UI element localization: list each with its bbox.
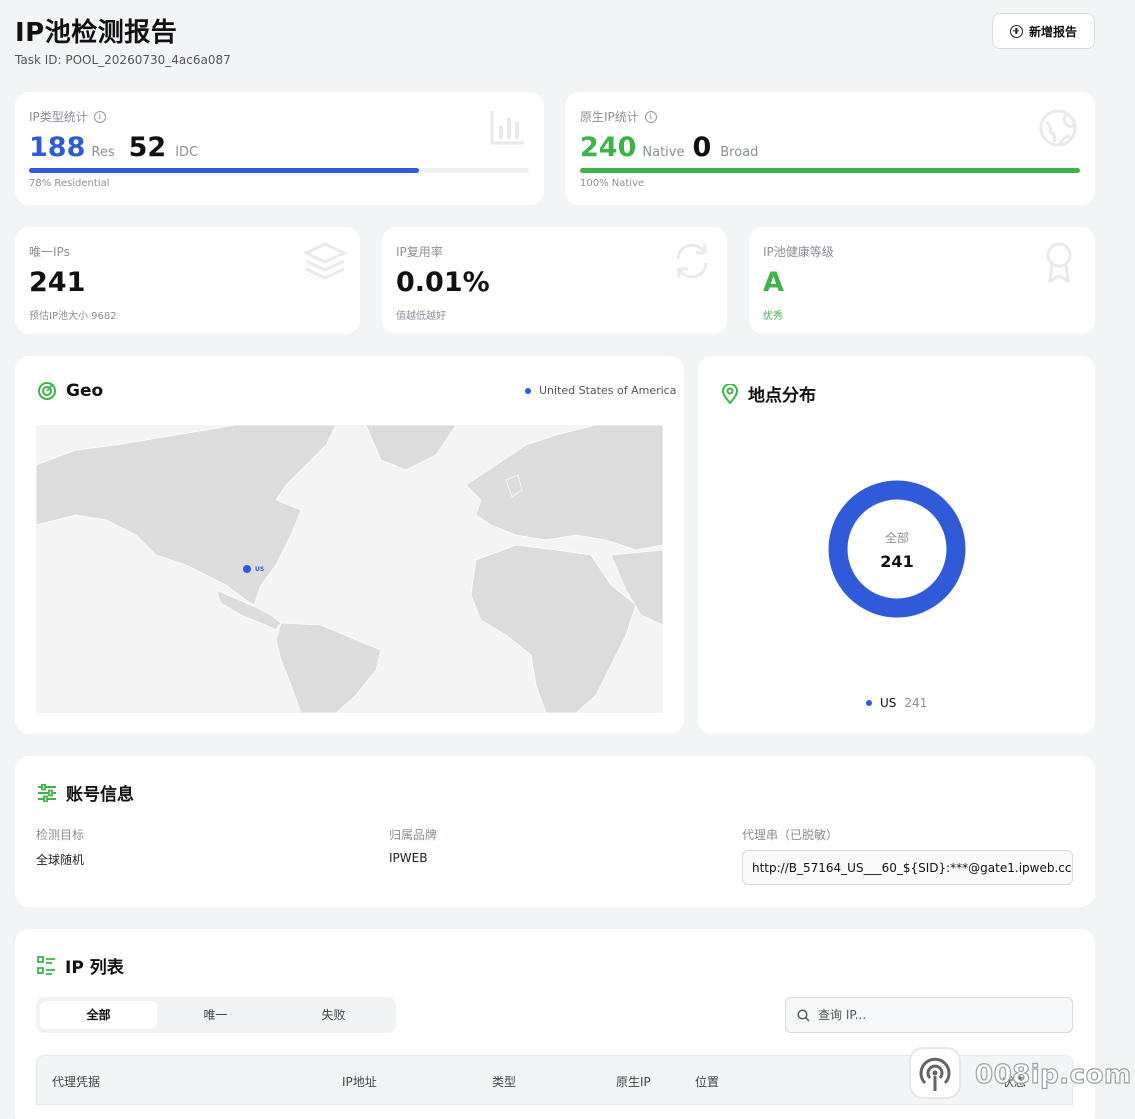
proxy-label: 代理串（已脱敏）	[742, 828, 839, 842]
native-ip-label: 原生IP统计	[580, 110, 639, 124]
location-title: 地点分布	[748, 386, 816, 406]
health-grade: A	[763, 267, 784, 298]
task-id: Task ID: POOL_20260730_4ac6a087	[15, 53, 231, 67]
search-icon	[797, 1008, 810, 1021]
geo-legend[interactable]: United States of America	[525, 384, 676, 397]
broad-count: 0	[692, 132, 712, 163]
proxy-string-field[interactable]: http://B_57164_US___60_${SID}:***@gate1.…	[742, 850, 1073, 885]
us-marker	[243, 565, 251, 573]
ip-type-card: IP类型统计 i 188 Res 52 IDC 78% Residential	[15, 92, 544, 205]
ip-list-title: IP 列表	[65, 958, 124, 978]
location-header: 地点分布	[721, 381, 816, 406]
refresh-icon	[676, 243, 708, 279]
ip-list-header: IP 列表	[37, 953, 124, 978]
plus-circle-icon	[1009, 24, 1023, 38]
ip-search-input[interactable]	[818, 1008, 1058, 1022]
globe-icon	[1039, 109, 1077, 147]
donut-center-value: 241	[880, 552, 914, 571]
col-type[interactable]: 类型	[492, 1073, 516, 1090]
info-icon[interactable]: i	[93, 110, 106, 123]
tab-failed[interactable]: 失败	[275, 1001, 392, 1029]
legend-dot	[866, 700, 872, 706]
res-count: 188	[29, 132, 86, 163]
signal-icon	[919, 1057, 951, 1091]
ip-search-box[interactable]	[785, 997, 1073, 1033]
native-ip-values: 240 Native 0 Broad	[580, 132, 758, 163]
info-icon[interactable]: i	[644, 110, 657, 123]
unique-ips-card: 唯一IPs 241 预估IP池大小 9682	[15, 227, 360, 334]
geo-legend-label: United States of America	[539, 384, 677, 397]
us-marker-label: US	[255, 566, 264, 573]
native-progress-fill	[580, 168, 1080, 173]
target-label: 检测目标	[36, 828, 85, 842]
legend-value: 241	[904, 696, 928, 710]
donut-segment-us[interactable]	[828, 480, 966, 618]
health-card: IP池健康等级 A 优秀	[749, 227, 1095, 334]
brand-value: IPWEB	[389, 851, 428, 865]
account-header: 账号信息	[37, 780, 134, 805]
geo-header: Geo	[37, 381, 103, 401]
legend-country: US	[880, 696, 897, 710]
watermark-logo	[909, 1047, 961, 1099]
target-value: 全球随机	[36, 853, 85, 867]
new-report-label: 新增报告	[1028, 24, 1077, 39]
native-count: 240	[580, 132, 637, 163]
legend-dot	[525, 387, 531, 394]
world-map[interactable]: US	[36, 425, 663, 713]
col-ip-address[interactable]: IP地址	[342, 1073, 377, 1090]
native-caption: 100% Native	[580, 178, 645, 189]
residential-progress-fill	[29, 168, 419, 173]
radar-icon	[38, 382, 56, 400]
broad-unit: Broad	[720, 145, 759, 160]
health-caption: 优秀	[763, 311, 783, 322]
sliders-icon	[38, 783, 56, 802]
ip-type-label-row: IP类型统计 i	[29, 108, 106, 125]
native-progress-bar	[580, 168, 1080, 173]
geo-card: Geo United States of America US	[15, 356, 684, 734]
page-title: IP池检测报告	[15, 18, 178, 48]
unique-ips-label: 唯一IPs	[29, 245, 70, 259]
location-donut[interactable]	[827, 480, 967, 620]
native-ip-label-row: 原生IP统计 i	[580, 108, 657, 125]
map-pin-icon	[721, 383, 739, 404]
reuse-rate-card: IP复用率 0.01% 值越低越好	[382, 227, 727, 334]
col-native-ip[interactable]: 原生IP	[616, 1073, 651, 1090]
account-title: 账号信息	[66, 785, 134, 805]
unique-ips-value: 241	[29, 267, 86, 298]
native-unit: Native	[642, 145, 685, 160]
res-unit: Res	[91, 145, 115, 160]
idc-unit: IDC	[175, 145, 199, 160]
pool-size-caption: 预估IP池大小 9682	[29, 311, 117, 322]
watermark-text: 008ip.com	[974, 1059, 1132, 1090]
new-report-button[interactable]: 新增报告	[992, 13, 1095, 49]
residential-caption: 78% Residential	[29, 178, 110, 189]
residential-progress-bar	[29, 168, 529, 173]
bar-chart-icon	[490, 111, 524, 145]
tab-all[interactable]: 全部	[40, 1001, 157, 1029]
col-credential[interactable]: 代理凭据	[52, 1073, 100, 1090]
idc-count: 52	[128, 132, 167, 163]
list-icon	[37, 956, 55, 975]
location-legend[interactable]: US 241	[866, 696, 927, 710]
brand-label: 归属品牌	[389, 828, 438, 842]
award-icon	[1046, 242, 1072, 283]
native-ip-card: 原生IP统计 i 240 Native 0 Broad 100% Native	[565, 92, 1095, 205]
health-label: IP池健康等级	[763, 245, 834, 259]
reuse-rate-value: 0.01%	[396, 267, 490, 298]
layers-icon	[303, 242, 347, 280]
ip-filter-tabs: 全部 唯一 失败	[36, 997, 396, 1033]
col-location[interactable]: 位置	[695, 1073, 719, 1090]
tab-unique[interactable]: 唯一	[157, 1001, 274, 1029]
geo-title: Geo	[66, 381, 104, 401]
ip-type-label: IP类型统计	[29, 110, 88, 124]
world-map-svg: US	[36, 425, 663, 713]
reuse-rate-caption: 值越低越好	[396, 311, 446, 322]
reuse-rate-label: IP复用率	[396, 245, 443, 259]
ip-type-values: 188 Res 52 IDC	[29, 132, 198, 163]
location-card: 地点分布 全部 241 US 241	[698, 356, 1095, 734]
donut-center-label: 全部	[884, 531, 909, 545]
